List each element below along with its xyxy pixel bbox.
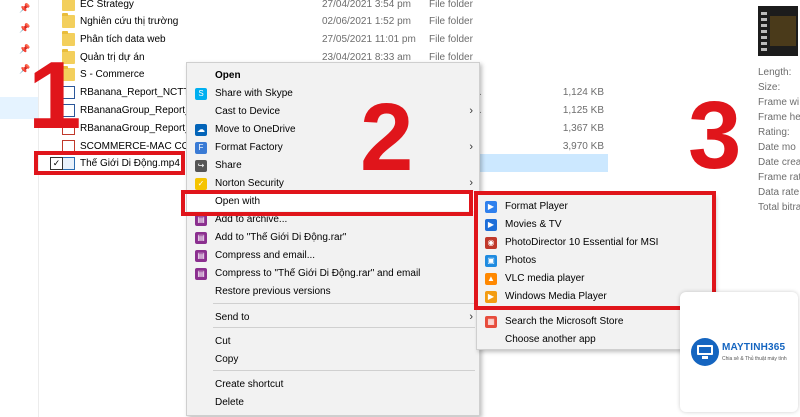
onedrive-icon: ☁ xyxy=(195,124,207,136)
file-name: EC Strategy xyxy=(80,0,134,10)
detail-label: Length: xyxy=(758,67,792,78)
file-row[interactable]: EC Strategy 27/04/2021 3:54 pm File folder xyxy=(62,0,622,15)
menu-item-label: Delete xyxy=(215,397,244,408)
brand-tagline: Chia sẻ & Thủ thuật máy tính xyxy=(722,356,787,362)
file-name: Quản trị dự án xyxy=(80,52,145,63)
winrar-icon: ▤ xyxy=(195,268,207,280)
file-size: 3,970 KB xyxy=(562,141,604,152)
winrar-icon: ▤ xyxy=(195,232,207,244)
step-2-number: 2 xyxy=(360,84,414,191)
menu-item-label: Open xyxy=(215,70,241,81)
open-with-highlight-box xyxy=(181,190,473,216)
menu-item-cast-to-device[interactable]: Cast to Device › xyxy=(187,103,479,121)
menu-item-compress-to-th-gi-i-di-ng-rar-and-email[interactable]: ▤ Compress to "Thế Giới Di Động.rar" and … xyxy=(187,265,479,283)
file-name: Phân tích data web xyxy=(80,34,166,45)
file-type: File folder xyxy=(429,16,473,27)
menu-item-label: Format Factory xyxy=(215,142,283,153)
step-3-number: 3 xyxy=(688,82,742,189)
menu-item-share[interactable]: ↪ Share xyxy=(187,157,479,175)
menu-separator xyxy=(213,327,475,328)
file-size: 1,125 KB xyxy=(562,105,604,116)
winrar-icon: ▤ xyxy=(195,250,207,262)
chevron-right-icon: › xyxy=(469,105,473,117)
step-1-number: 1 xyxy=(28,42,82,149)
menu-item-delete[interactable]: Delete xyxy=(187,394,479,412)
skype-icon: S xyxy=(195,88,207,100)
chevron-right-icon: › xyxy=(469,311,473,323)
share-icon: ↪ xyxy=(195,160,207,172)
file-name: S - Commerce xyxy=(80,69,145,80)
brand-name: MAYTINH365 xyxy=(722,342,786,353)
menu-item-label: Share with Skype xyxy=(215,88,293,99)
file-size: 1,124 KB xyxy=(562,87,604,98)
file-type: File folder xyxy=(429,34,473,45)
menu-item-label: Add to "Thế Giới Di Động.rar" xyxy=(215,232,347,243)
file-size: 1,367 KB xyxy=(562,123,604,134)
brand-logo-icon xyxy=(691,338,719,366)
chevron-right-icon: › xyxy=(469,177,473,189)
open-with-item-search-the-microsoft-store[interactable]: ▦ Search the Microsoft Store xyxy=(477,313,713,331)
detail-label: Frame wi xyxy=(758,97,800,108)
menu-item-compress-and-email[interactable]: ▤ Compress and email... xyxy=(187,247,479,265)
file-name: Nghiên cứu thị trường xyxy=(80,16,179,27)
menu-item-label: Compress to "Thế Giới Di Động.rar" and e… xyxy=(215,268,421,279)
video-thumbnail xyxy=(758,6,798,56)
menu-item-label: Cut xyxy=(215,336,231,347)
brand-logo: MAYTINH365 Chia sẻ & Thủ thuật máy tính xyxy=(680,292,798,412)
open-with-item-label: Choose another app xyxy=(505,334,596,345)
detail-label: Date mo xyxy=(758,142,796,153)
app-list-highlight-box xyxy=(474,191,716,310)
menu-item-restore-previous-versions[interactable]: Restore previous versions xyxy=(187,283,479,301)
pin-icon: 📌 xyxy=(19,3,31,13)
folder-icon xyxy=(62,13,75,28)
menu-item-label: Cast to Device xyxy=(215,106,281,117)
menu-item-create-shortcut[interactable]: Create shortcut xyxy=(187,376,479,394)
file-name: RBananaGroup_Report_N xyxy=(80,123,198,134)
menu-item-format-factory[interactable]: F Format Factory › xyxy=(187,139,479,157)
menu-separator xyxy=(213,370,475,371)
detail-label: Rating: xyxy=(758,127,790,138)
selected-row-highlight xyxy=(478,154,608,172)
file-date: 27/04/2021 3:54 pm xyxy=(322,0,411,10)
detail-label: Size: xyxy=(758,82,781,93)
file-name: RBanana_Report_NCTTT xyxy=(80,87,196,98)
file-date: 02/06/2021 1:52 pm xyxy=(322,16,411,27)
menu-item-label: Copy xyxy=(215,354,239,365)
menu-item-copy[interactable]: Copy xyxy=(187,351,479,369)
microsoft-store-icon: ▦ xyxy=(485,316,497,328)
menu-item-move-to-onedrive[interactable]: ☁ Move to OneDrive xyxy=(187,121,479,139)
menu-item-send-to[interactable]: Send to › xyxy=(187,309,479,327)
menu-item-open[interactable]: Open xyxy=(187,67,479,85)
menu-item-cut[interactable]: Cut xyxy=(187,333,479,351)
menu-item-label: Create shortcut xyxy=(215,379,284,390)
folder-icon xyxy=(62,0,75,11)
detail-label: Total bitra xyxy=(758,202,800,213)
file-name: RBananaGroup_Report_N xyxy=(80,105,198,116)
context-menu: Open S Share with Skype Cast to Device › ☁ Mov… xyxy=(186,62,480,416)
file-type: File folder xyxy=(429,0,473,10)
menu-item-label: Compress and email... xyxy=(215,250,316,261)
menu-item-label: Norton Security xyxy=(215,178,284,189)
open-with-item-label: Search the Microsoft Store xyxy=(505,316,624,327)
detail-label: Frame rat xyxy=(758,172,800,183)
norton-icon: ✓ xyxy=(195,178,207,190)
menu-item-share-with-skype[interactable]: S Share with Skype xyxy=(187,85,479,103)
chevron-right-icon: › xyxy=(469,141,473,153)
selection-checkbox[interactable]: ✓ xyxy=(50,157,63,170)
detail-label: Frame he xyxy=(758,112,800,123)
detail-label: Date crea xyxy=(758,157,800,168)
pin-icon: 📌 xyxy=(19,23,31,33)
menu-item-add-to-th-gi-i-di-ng-rar[interactable]: ▤ Add to "Thế Giới Di Động.rar" xyxy=(187,229,479,247)
menu-item-label: Send to xyxy=(215,312,250,323)
menu-item-label: Share xyxy=(215,160,242,171)
file-row[interactable]: Phân tích data web 27/05/2021 11:01 pm Fil… xyxy=(62,31,622,50)
format-factory-icon: F xyxy=(195,142,207,154)
file-row[interactable]: Nghiên cứu thị trường 02/06/2021 1:52 pm F… xyxy=(62,13,622,32)
menu-item-label: Move to OneDrive xyxy=(215,124,296,135)
menu-item-label: Restore previous versions xyxy=(215,286,331,297)
detail-label: Data rate xyxy=(758,187,800,198)
menu-separator xyxy=(213,303,475,304)
open-with-item-choose-another-app[interactable]: Choose another app xyxy=(477,331,713,349)
file-date: 27/05/2021 11:01 pm xyxy=(322,34,416,45)
